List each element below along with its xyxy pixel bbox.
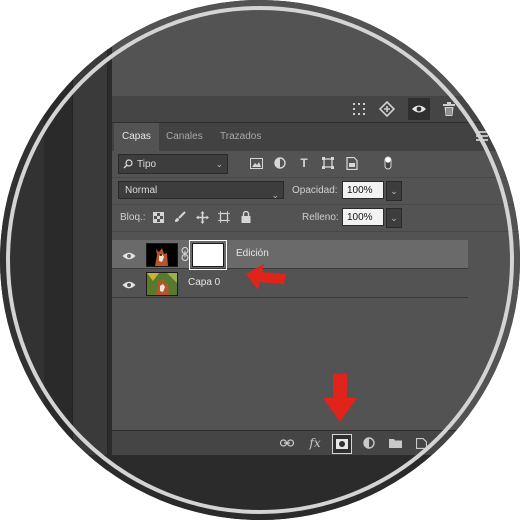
lock-artboard-icon[interactable] [216, 209, 232, 225]
lock-transparent-icon[interactable] [150, 209, 166, 225]
lock-move-icon[interactable] [194, 209, 210, 225]
layers-panel: Tipo ⌄ T Normal ⌄ Opacidad: 100% ⌄ Bloq.… [112, 151, 520, 430]
image-filter-icon[interactable] [248, 155, 264, 171]
blend-row: Normal ⌄ Opacidad: 100% ⌄ [112, 178, 520, 205]
search-icon [123, 159, 133, 169]
tab-trazados[interactable]: Trazados [212, 123, 269, 151]
properties-toolbar [112, 96, 520, 123]
fx-button[interactable]: fx [306, 434, 324, 452]
trash-icon[interactable] [438, 98, 460, 120]
layers-bottom-bar: fx [112, 430, 520, 455]
opacity-label: Opacidad: [292, 185, 338, 196]
annotation-arrow-left [246, 264, 286, 290]
screenshot-circle: Capas Canales Trazados Tipo ⌄ T Normal ⌄… [0, 0, 520, 520]
workspace-bottom [0, 455, 520, 520]
blend-mode-value: Normal [125, 185, 158, 196]
add-mask-icon[interactable] [332, 434, 352, 454]
new-layer-icon[interactable] [412, 434, 430, 452]
link-layers-icon[interactable] [278, 434, 296, 452]
shape-filter-icon[interactable] [320, 155, 336, 171]
opacity-input[interactable]: 100% [342, 181, 384, 199]
link-icon[interactable] [181, 246, 189, 266]
layer-name: Capa 0 [188, 277, 221, 288]
layer-thumbnail [146, 272, 178, 296]
lock-brush-icon[interactable] [172, 209, 188, 225]
layer-name: Edición [236, 248, 269, 259]
transform-icon[interactable] [376, 98, 398, 120]
filter-row: Tipo ⌄ T [112, 151, 520, 178]
layer-mask-thumbnail[interactable] [189, 240, 227, 270]
filter-toggle-icon[interactable] [380, 155, 396, 171]
lock-label: Bloq.: [120, 212, 146, 223]
eye-icon[interactable] [122, 248, 136, 260]
layer-row-capa-0[interactable]: Capa 0 [112, 269, 468, 298]
panel-tabs: Capas Canales Trazados [112, 123, 520, 151]
lock-row: Bloq.: Relleno: 100% ⌄ [112, 205, 520, 232]
upper-panel [112, 0, 520, 97]
filter-kind-label: Tipo [137, 158, 157, 170]
fill-dropdown-button[interactable]: ⌄ [386, 208, 402, 228]
lock-all-icon[interactable] [238, 209, 254, 225]
filter-kind-dropdown[interactable]: Tipo ⌄ [118, 154, 228, 174]
layer-row-edicion[interactable]: Edición [112, 240, 468, 270]
workspace-left [0, 0, 44, 520]
layer-thumbnail [146, 243, 178, 267]
eye-icon[interactable] [122, 277, 136, 289]
adjustment-filter-icon[interactable] [272, 155, 288, 171]
chevron-down-icon: ⌄ [271, 190, 279, 200]
menu-icon[interactable] [476, 131, 488, 141]
workspace-panel-strip [72, 0, 108, 520]
fill-label: Relleno: [302, 212, 339, 223]
fill-input[interactable]: 100% [342, 208, 384, 226]
text-filter-icon[interactable]: T [296, 155, 312, 171]
opacity-dropdown-button[interactable]: ⌄ [386, 181, 402, 201]
chevron-down-icon: ⌄ [215, 159, 223, 169]
smart-object-filter-icon[interactable] [344, 155, 360, 171]
adjustment-layer-icon[interactable] [360, 434, 378, 452]
tab-capas[interactable]: Capas [114, 123, 159, 151]
group-folder-icon[interactable] [386, 434, 404, 452]
tab-canales[interactable]: Canales [158, 123, 211, 151]
workspace-gutter [44, 0, 72, 520]
grid-icon[interactable] [348, 98, 370, 120]
annotation-arrow-down [323, 374, 357, 422]
eye-icon[interactable] [408, 98, 430, 120]
blend-mode-dropdown[interactable]: Normal ⌄ [118, 181, 284, 200]
